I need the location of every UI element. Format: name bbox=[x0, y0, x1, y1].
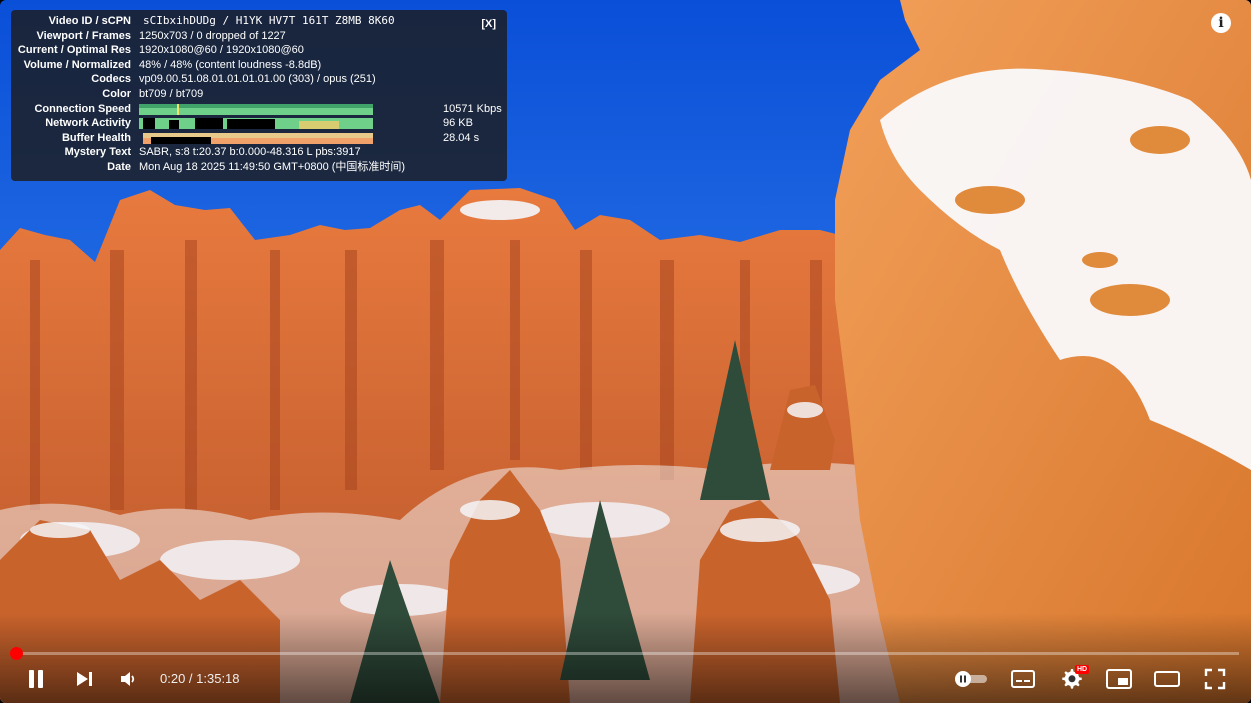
stats-value: 1250x703 / 0 dropped of 1227 bbox=[139, 29, 286, 42]
info-icon[interactable]: i bbox=[1211, 13, 1231, 33]
stats-label: Current / Optimal Res bbox=[17, 44, 131, 57]
pause-icon bbox=[29, 670, 43, 688]
stats-row-connection-speed: Connection Speed 10571 Kbps bbox=[11, 102, 507, 117]
stats-value: SABR, s:8 t:20.37 b:0.000-48.316 L pbs:3… bbox=[139, 146, 361, 159]
stats-value: bt709 / bt709 bbox=[139, 87, 204, 100]
stats-value: sCIbxihDUDg / H1YK HV7T 161T Z8MB 8K60 bbox=[143, 14, 395, 27]
stats-for-nerds-panel: [X] Video ID / sCPN sCIbxihDUDg / H1YK H… bbox=[11, 10, 507, 181]
stats-row-date: Date Mon Aug 18 2025 11:49:50 GMT+0800 (… bbox=[11, 160, 507, 175]
stats-row-buffer-health: Buffer Health 28.04 s bbox=[11, 131, 507, 146]
volume-button[interactable] bbox=[114, 664, 142, 694]
fullscreen-button[interactable] bbox=[1200, 664, 1230, 694]
pause-button[interactable] bbox=[22, 664, 50, 694]
stats-label: Buffer Health bbox=[61, 131, 131, 144]
network-activity-graph bbox=[139, 118, 373, 130]
stats-row-volume: Volume / Normalized 48% / 48% (content l… bbox=[11, 58, 507, 73]
stats-label: Codecs bbox=[91, 73, 131, 86]
progress-bar[interactable] bbox=[10, 647, 1239, 660]
stats-row-resolution: Current / Optimal Res 1920x1080@60 / 192… bbox=[11, 43, 507, 58]
stats-value: 28.04 s bbox=[443, 131, 480, 144]
buffer-health-graph bbox=[143, 132, 373, 144]
stats-row-color: Color bt709 / bt709 bbox=[11, 87, 507, 102]
theater-icon bbox=[1154, 671, 1180, 687]
stats-label: Date bbox=[107, 160, 131, 173]
stats-value: 1920x1080@60 / 1920x1080@60 bbox=[139, 44, 304, 57]
stats-label: Connection Speed bbox=[34, 102, 131, 115]
next-button[interactable] bbox=[70, 664, 98, 694]
video-player[interactable]: [X] Video ID / sCPN sCIbxihDUDg / H1YK H… bbox=[0, 0, 1251, 703]
stats-row-video-id: Video ID / sCPN sCIbxihDUDg / H1YK HV7T … bbox=[11, 14, 507, 29]
stats-label: Network Activity bbox=[45, 117, 131, 130]
time-display: 0:20 / 1:35:18 bbox=[160, 671, 240, 686]
stats-label: Video ID / sCPN bbox=[48, 15, 131, 27]
quality-badge: HD bbox=[1075, 665, 1090, 674]
next-icon bbox=[77, 672, 92, 686]
autoplay-toggle[interactable] bbox=[952, 664, 990, 694]
miniplayer-button[interactable] bbox=[1104, 664, 1134, 694]
stats-label: Mystery Text bbox=[64, 146, 131, 159]
volume-icon bbox=[121, 672, 135, 686]
connection-speed-graph bbox=[139, 103, 373, 115]
theater-mode-button[interactable] bbox=[1152, 664, 1182, 694]
autoplay-toggle-icon bbox=[955, 671, 987, 687]
miniplayer-icon bbox=[1106, 669, 1132, 689]
stats-value: vp09.00.51.08.01.01.01.01.00 (303) / opu… bbox=[139, 73, 376, 86]
stats-row-viewport: Viewport / Frames 1250x703 / 0 dropped o… bbox=[11, 29, 507, 44]
fullscreen-icon bbox=[1204, 668, 1226, 690]
stats-value: Mon Aug 18 2025 11:49:50 GMT+0800 (中国标准时… bbox=[139, 160, 406, 173]
stats-value: 10571 Kbps bbox=[443, 102, 502, 115]
stats-value: 48% / 48% (content loudness -8.8dB) bbox=[139, 58, 322, 71]
stats-row-codecs: Codecs vp09.00.51.08.01.01.01.01.00 (303… bbox=[11, 72, 507, 87]
stats-row-mystery-text: Mystery Text SABR, s:8 t:20.37 b:0.000-4… bbox=[11, 145, 507, 160]
stats-label: Volume / Normalized bbox=[23, 58, 131, 71]
stats-value: 96 KB bbox=[443, 117, 473, 130]
stats-row-network-activity: Network Activity 96 KB bbox=[11, 116, 507, 131]
stats-label: Color bbox=[102, 87, 131, 100]
stats-label: Viewport / Frames bbox=[36, 29, 131, 42]
subtitles-icon bbox=[1011, 670, 1035, 688]
subtitles-button[interactable] bbox=[1008, 664, 1038, 694]
settings-button[interactable]: HD bbox=[1056, 664, 1090, 694]
